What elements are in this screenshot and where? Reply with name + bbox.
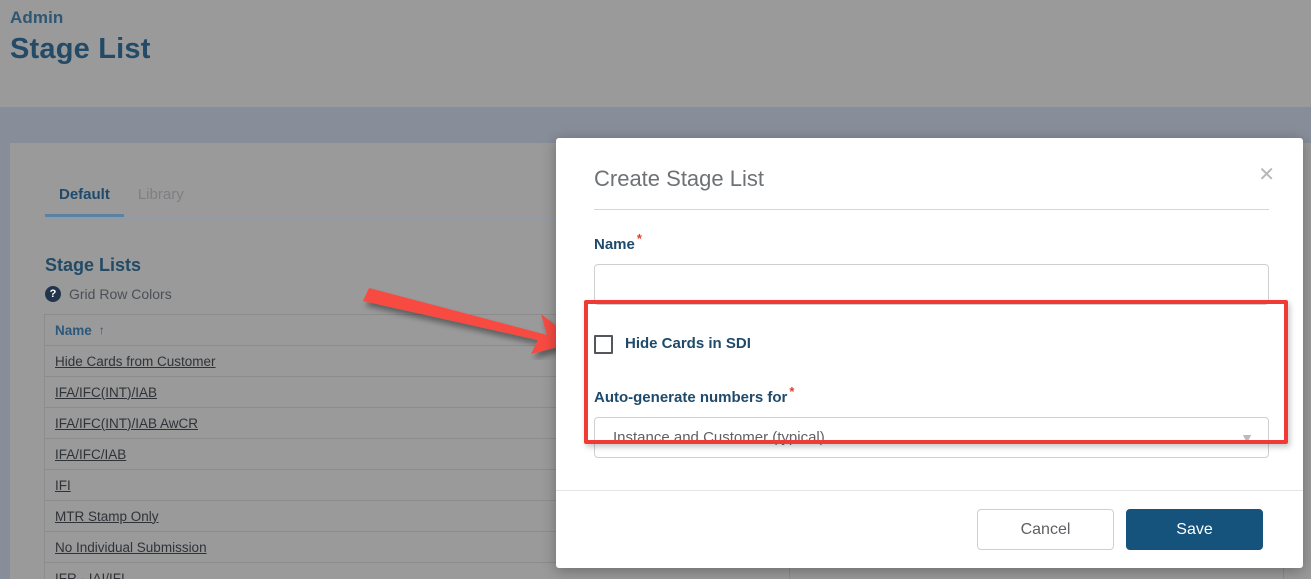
section-title: Stage Lists [45,255,142,275]
auto-generate-select[interactable]: Instance and Customer (typical) ▼ [594,417,1269,458]
help-circle-icon[interactable]: ? [45,286,61,302]
save-button[interactable]: Save [1126,509,1263,550]
hide-cards-checkbox-row[interactable]: Hide Cards in SDI [594,334,1265,354]
dialog-title: Create Stage List [594,166,764,191]
stage-list-link[interactable]: IFI [55,478,71,493]
grid-row-colors-legend[interactable]: ? Grid Row Colors [45,285,172,303]
page-header: Admin Stage List [10,6,610,68]
stage-list-link[interactable]: No Individual Submission [55,540,207,555]
tab-default[interactable]: Default [45,183,124,217]
auto-generate-field-group: Auto-generate numbers for * Instance and … [594,381,1269,458]
stage-list-link[interactable]: IFA/IFC(INT)/IAB [55,385,157,400]
create-stage-list-dialog: Create Stage List ✕ Name * Hide Cards in … [556,138,1303,568]
breadcrumb: Admin [10,8,64,27]
name-field-label: Name * [594,228,1265,256]
stage-list-link[interactable]: IFA/IFC(INT)/IAB AwCR [55,416,198,431]
name-label-text: Name [594,236,635,253]
grid-row-colors-label: Grid Row Colors [69,286,172,302]
auto-generate-label: Auto-generate numbers for * [594,381,1265,409]
required-asterisk: * [636,231,642,246]
sort-ascending-icon[interactable]: ↑ [99,323,105,337]
close-icon[interactable]: ✕ [1258,165,1275,185]
cancel-button[interactable]: Cancel [977,509,1114,550]
stage-list-link[interactable]: IFR - IAI/IFI [55,571,125,579]
dialog-body: Name * Hide Cards in SDI Auto-generate nu… [556,210,1303,458]
stage-list-link[interactable]: Hide Cards from Customer [55,354,216,369]
stage-list-link[interactable]: IFA/IFC/IAB [55,447,126,462]
dialog-footer: Cancel Save [556,490,1303,568]
hide-cards-checkbox-label: Hide Cards in SDI [625,335,751,352]
auto-generate-label-text: Auto-generate numbers for [594,389,788,406]
column-header-name-label: Name [55,322,92,338]
required-asterisk: * [789,384,795,399]
hide-cards-checkbox[interactable] [594,334,613,354]
name-input[interactable] [594,264,1269,305]
tab-library[interactable]: Library [124,183,198,217]
auto-generate-selected-value: Instance and Customer (typical) [613,429,825,446]
dialog-header: Create Stage List ✕ [556,138,1303,194]
page-title: Stage List [10,33,151,65]
stage-list-link[interactable]: MTR Stamp Only [55,509,159,524]
chevron-down-icon[interactable]: ▼ [1240,430,1254,446]
name-field-group: Name * [594,228,1269,305]
